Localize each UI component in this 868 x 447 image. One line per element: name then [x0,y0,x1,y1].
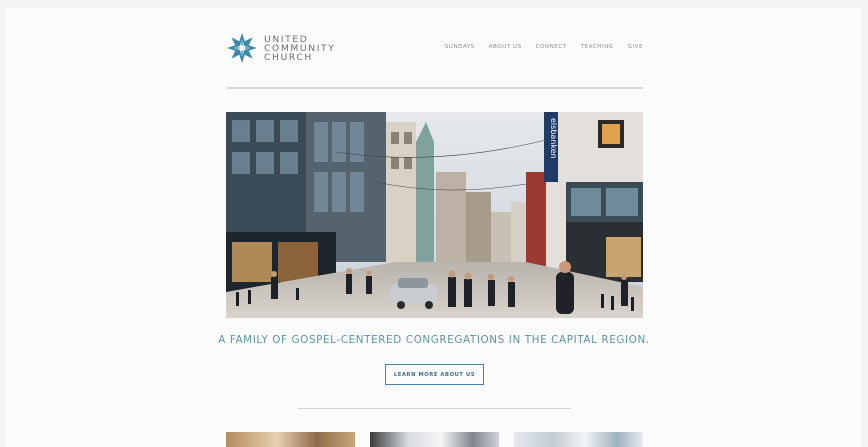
logo[interactable]: UNITED COMMUNITY CHURCH [226,32,335,64]
nav-teaching[interactable]: TEACHING [581,44,614,50]
logo-line-3: CHURCH [264,51,313,63]
hero-image: elsbanken [226,112,643,318]
header-divider [226,87,643,89]
tagline-heading: A FAMILY OF GOSPEL-CENTERED CONGREGATION… [218,334,650,346]
feature-thumbnail-3[interactable] [514,432,643,447]
feature-thumbnail-1[interactable] [226,432,355,447]
nav-sundays[interactable]: SUNDAYS [445,44,475,50]
snowflake-logo-icon [227,33,257,63]
nav-about-us[interactable]: ABOUT US [489,44,522,50]
nav-connect[interactable]: CONNECT [536,44,567,50]
learn-more-button[interactable]: LEARN MORE ABOUT US [385,364,484,385]
nav-give[interactable]: GIVE [628,44,643,50]
logo-wordmark: UNITED COMMUNITY CHURCH [264,34,335,63]
main-nav: SUNDAYS ABOUT US CONNECT TEACHING GIVE [445,44,643,50]
city-street-photo: elsbanken [226,112,643,318]
feature-thumbnail-2[interactable] [370,432,499,447]
elsbanken-sign: elsbanken [549,118,558,159]
site-header: UNITED COMMUNITY CHURCH SUNDAYS ABOUT US… [226,32,643,68]
section-divider [298,408,571,409]
